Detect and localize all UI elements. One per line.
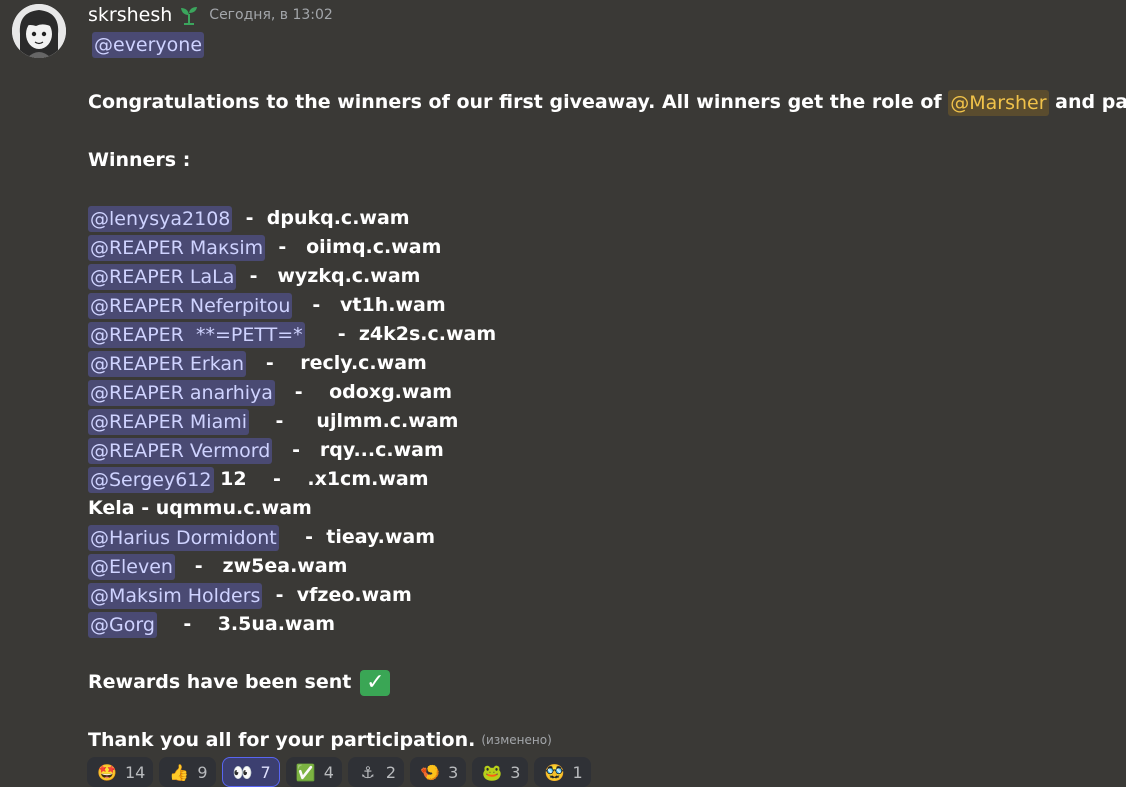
user-mention[interactable]: @REAPER **=PETT=*	[88, 321, 305, 348]
winners-title: Winners :	[88, 149, 191, 171]
reaction-count: 2	[385, 762, 397, 782]
winner-wallet: - dpukq.c.wam	[232, 207, 410, 229]
everyone-mention[interactable]: @everyone	[92, 31, 205, 58]
frog-emoji-icon: 🐸	[482, 762, 503, 782]
reaction-count: 9	[197, 762, 208, 782]
thanks-line: Thank you all for your participation. (и…	[88, 726, 1108, 755]
sprout-role-icon[interactable]	[178, 4, 200, 26]
winner-wallet: Kela - uqmmu.c.wam	[88, 497, 312, 519]
winner-row: @Sergey612 12 - .x1cm.wam	[88, 465, 1108, 494]
winner-row: @REAPER Neferpitou - vt1h.wam	[88, 291, 1108, 320]
congrats-line: Congratulations to the winners of our fi…	[88, 88, 1126, 117]
rewards-text: Rewards have been sent	[88, 671, 352, 693]
user-mention[interactable]: @Maksim Holders	[88, 582, 263, 609]
reaction-count: 4	[323, 762, 334, 782]
winner-row: @Eleven - zw5ea.wam	[88, 552, 1108, 581]
custom-emoji-icon: 🍤	[420, 762, 441, 782]
winner-wallet: - z4k2s.c.wam	[304, 323, 497, 345]
winner-wallet: 12 - .x1cm.wam	[213, 468, 429, 490]
message-timestamp[interactable]: Сегодня, в 13:02	[209, 7, 333, 23]
user-mention[interactable]: @REAPER Vermord	[88, 437, 273, 464]
winner-row: @Harius Dormidont - tieay.wam	[88, 523, 1108, 552]
user-mention[interactable]: @lenysya2108	[88, 205, 233, 232]
user-mention[interactable]: @Harius Dormidont	[88, 524, 279, 551]
edited-label[interactable]: (изменено)	[481, 726, 551, 755]
winner-row: @REAPER Vermord - rqy...c.wam	[88, 436, 1108, 465]
eyes-icon: 👀	[232, 762, 253, 782]
reaction-count: 3	[448, 762, 459, 782]
congrats-tail: and pass.	[1055, 91, 1126, 113]
role-mention[interactable]: @Marsher	[948, 89, 1049, 116]
winner-wallet: - oiimq.c.wam	[265, 236, 442, 258]
reaction-count: 3	[510, 762, 521, 782]
winner-row: @REAPER Miami - ujlmm.c.wam	[88, 407, 1108, 436]
reaction-count: 14	[125, 762, 146, 782]
user-mention[interactable]: @REAPER Макsim	[88, 234, 266, 261]
winner-row: @REAPER LaLa - wyzkq.c.wam	[88, 262, 1108, 291]
winner-wallet: - 3.5ua.wam	[156, 613, 336, 635]
check-mark-icon: ✅	[295, 762, 316, 782]
winner-row: @Maksim Holders - vfzeo.wam	[88, 581, 1108, 610]
winner-row: @REAPER Erkan - recly.c.wam	[88, 349, 1108, 378]
winner-wallet: - zw5ea.wam	[174, 555, 348, 577]
reaction-count: 7	[260, 762, 271, 782]
star-struck-icon: 🤩	[97, 762, 117, 782]
winner-row: @lenysya2108 - dpukq.c.wam	[88, 204, 1108, 233]
winner-wallet: - rqy...c.wam	[272, 439, 444, 461]
face-emoji-icon: 🥸	[544, 762, 565, 782]
thumbs-up-icon: 👍	[169, 762, 190, 782]
anchor-icon: ⚓	[360, 762, 376, 782]
user-mention[interactable]: @Gorg	[88, 611, 157, 638]
winner-row: Kela - uqmmu.c.wam	[88, 494, 1108, 523]
reaction-count: 1	[572, 762, 583, 782]
winner-row: @REAPER **=PETT=* - z4k2s.c.wam	[88, 320, 1108, 349]
winner-wallet: - vfzeo.wam	[262, 584, 412, 606]
user-mention[interactable]: @REAPER LaLa	[88, 263, 237, 290]
winner-wallet: - vt1h.wam	[292, 294, 446, 316]
winner-row: @REAPER anarhiya - odoxg.wam	[88, 378, 1108, 407]
user-mention[interactable]: @REAPER anarhiya	[88, 379, 275, 406]
user-mention[interactable]: @Sergey612	[88, 466, 214, 493]
rewards-line: Rewards have been sent ✓	[88, 668, 1108, 697]
winner-wallet: - tieay.wam	[278, 526, 436, 548]
winner-wallet: - wyzkq.c.wam	[236, 265, 421, 287]
user-mention[interactable]: @REAPER Miami	[88, 408, 250, 435]
winner-row: @REAPER Макsim - oiimq.c.wam	[88, 233, 1108, 262]
username[interactable]: skrshesh	[88, 4, 172, 26]
winner-wallet: - ujlmm.c.wam	[249, 410, 459, 432]
winner-row: @Gorg - 3.5ua.wam	[88, 610, 1108, 639]
user-avatar[interactable]	[12, 4, 66, 58]
message-content: @everyone Congratulations to the winners…	[88, 30, 1126, 755]
thanks-text: Thank you all for your participation.	[88, 729, 476, 751]
user-mention[interactable]: @Eleven	[88, 553, 175, 580]
check-mark-icon[interactable]: ✓	[360, 669, 391, 696]
user-mention[interactable]: @REAPER Erkan	[88, 350, 247, 377]
winner-wallet: - recly.c.wam	[246, 352, 427, 374]
user-mention[interactable]: @REAPER Neferpitou	[88, 292, 293, 319]
winners-list: @lenysya2108 - dpukq.c.wam @REAPER Макsim…	[88, 204, 1108, 639]
congrats-text: Congratulations to the winners of our fi…	[88, 91, 949, 113]
message-header: skrshesh Сегодня, в 13:02	[88, 2, 333, 28]
winner-wallet: - odoxg.wam	[274, 381, 453, 403]
